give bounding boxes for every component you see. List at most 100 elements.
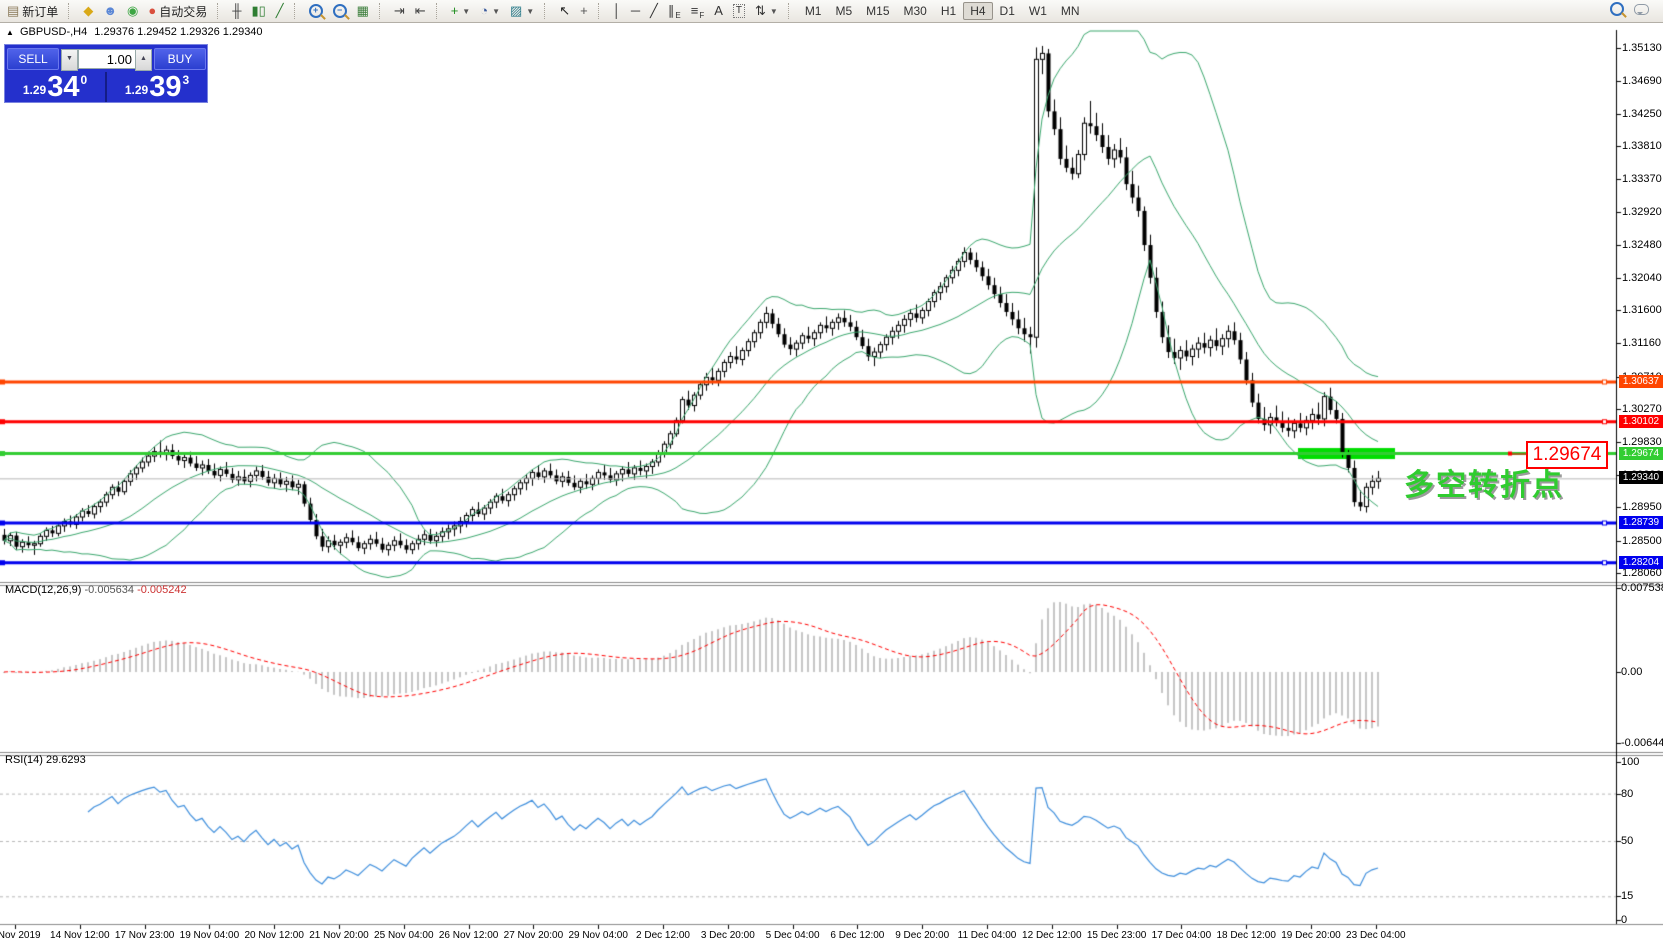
button-label: H1 [941, 4, 956, 18]
rsi-value: 29.6293 [46, 754, 86, 766]
button-label: M15 [866, 4, 889, 18]
macd-indicator-label: MACD(12,26,9) -0.005634 -0.005242 [5, 584, 187, 596]
turning-point-annotation[interactable]: 多空转折点 [1404, 460, 1564, 504]
buy-price-sup: 3 [182, 73, 189, 87]
autotrade-icon: ● [148, 3, 156, 19]
cursor-icon: ↖ [559, 3, 570, 19]
toolbar-group: ▤新订单 [0, 0, 65, 22]
magnifier-minus-icon: − [333, 4, 347, 18]
button-label: M5 [835, 4, 852, 18]
vertical-line-button[interactable]: │ [608, 0, 626, 22]
dropdown-arrow-icon[interactable]: ▼ [526, 7, 534, 16]
chat-icon [1634, 4, 1649, 15]
text-button[interactable]: A [709, 0, 728, 22]
magnifier-plus-icon: + [309, 4, 323, 18]
one-click-trading-panel: SELL ▼ ▲ BUY 1.29 34 0 1.29 39 3 [4, 44, 208, 103]
tf-mn-button[interactable]: MN [1054, 2, 1087, 20]
buy-price[interactable]: 1.29 39 3 [107, 72, 207, 102]
trendline-icon: ╱ [650, 3, 658, 19]
toolbar-separator [544, 3, 549, 19]
rsi-indicator-label: RSI(14) 29.6293 [5, 754, 86, 766]
toolbar-separator [788, 3, 793, 19]
arrows-button[interactable]: ⇅▼ [750, 0, 783, 22]
crosshair-icon: + [580, 3, 588, 19]
ohlc-bars-icon: ╫ [232, 3, 241, 19]
toolbar-group: +−▦ [302, 0, 376, 22]
rsi-name: RSI(14) [5, 754, 43, 766]
tf-w1-button[interactable]: W1 [1022, 2, 1054, 20]
indicators-button[interactable]: +▼ [446, 0, 476, 22]
dropdown-arrow-icon[interactable]: ▼ [462, 7, 470, 16]
buy-price-small: 1.29 [125, 83, 148, 97]
ohlc-low: 1.29326 [180, 26, 220, 38]
tf-m1-button[interactable]: M1 [798, 2, 829, 20]
label-button[interactable]: T [728, 0, 750, 22]
community-button[interactable]: ☻ [98, 0, 122, 22]
sell-price-sup: 0 [80, 73, 87, 87]
equidistant-channel-icon: ∥ [668, 3, 675, 19]
button-label: H4 [970, 4, 985, 18]
chat-icon[interactable] [1634, 4, 1649, 18]
toolbar-separator [598, 3, 603, 19]
volume-down-button[interactable]: ▼ [61, 49, 78, 71]
sell-price-big: 34 [47, 74, 79, 100]
auto-scroll-button[interactable]: ⇥ [389, 0, 410, 22]
signals-button[interactable]: ◉ [122, 0, 143, 22]
cursor-button[interactable]: ↖ [554, 0, 575, 22]
templates-button[interactable]: ▨▼ [505, 0, 539, 22]
tf-h1-button[interactable]: H1 [934, 2, 963, 20]
ohlc-high: 1.29452 [137, 26, 177, 38]
add-indicator-icon: + [451, 3, 459, 19]
crosshair-button[interactable]: + [575, 0, 593, 22]
search-icon[interactable] [1610, 2, 1624, 19]
macd-name: MACD(12,26,9) [5, 584, 81, 596]
buy-button[interactable]: BUY [154, 48, 206, 70]
line-chart-icon: ╱ [276, 3, 284, 19]
ohlc-open: 1.29376 [94, 26, 134, 38]
icon-subscript: E [675, 11, 680, 20]
button-label: M30 [904, 4, 927, 18]
tile-windows-button[interactable]: ▦ [352, 0, 374, 22]
volume-up-button[interactable]: ▲ [135, 49, 152, 71]
toolbar-group: +▼◔▼▨▼ [444, 0, 542, 22]
channel-button[interactable]: ∥E [663, 0, 686, 22]
tf-m15-button[interactable]: M15 [859, 2, 896, 20]
line-chart-button[interactable]: ╱ [271, 0, 289, 22]
periods-button[interactable]: ◔▼ [475, 0, 505, 22]
candlestick-chart-button[interactable]: ▮▯ [246, 0, 270, 22]
trendline-button[interactable]: ╱ [645, 0, 663, 22]
horizontal-line-button[interactable]: ─ [626, 0, 645, 22]
buy-price-big: 39 [149, 74, 181, 100]
new-order-button[interactable]: ▤新订单 [2, 0, 63, 22]
search-icon [1610, 2, 1624, 16]
clock-icon: ◔ [480, 3, 488, 19]
tf-m30-button[interactable]: M30 [897, 2, 934, 20]
sell-price[interactable]: 1.29 34 0 [5, 72, 107, 102]
tf-m5-button[interactable]: M5 [828, 2, 859, 20]
icon-subscript: F [699, 11, 704, 20]
symbol-name: GBPUSD-,H4 [20, 26, 87, 38]
zoom-in-button[interactable]: + [304, 0, 328, 22]
button-label: 自动交易 [159, 3, 207, 20]
tf-d1-button[interactable]: D1 [993, 2, 1022, 20]
sonar-icon: ◉ [127, 3, 138, 19]
dropdown-arrow-icon[interactable]: ▼ [492, 7, 500, 16]
volume-input[interactable] [78, 49, 135, 69]
tf-h4-button[interactable]: H4 [963, 2, 992, 20]
collapse-triangle-icon[interactable]: ▲ [6, 28, 14, 37]
arrows-icon: ⇅ [755, 3, 766, 19]
autotrading-button[interactable]: ●自动交易 [143, 0, 212, 22]
bar-chart-button[interactable]: ╫ [227, 0, 246, 22]
fibonacci-button[interactable]: ≡F [686, 0, 709, 22]
toolbar-right-icons [1610, 2, 1649, 19]
zoom-out-button[interactable]: − [328, 0, 352, 22]
chart-shift-button[interactable]: ⇤ [410, 0, 431, 22]
metaeditor-button[interactable]: ◆ [78, 0, 98, 22]
candles-icon: ▮▯ [251, 3, 265, 19]
dropdown-arrow-icon[interactable]: ▼ [770, 7, 778, 16]
button-label: MN [1061, 4, 1080, 18]
toolbar-group: M1 M5 M15 M30 H1 H4 D1W1 MN [796, 0, 1089, 22]
toolbar-group: ◆☻ ◉ ●自动交易 [76, 0, 214, 22]
sell-button[interactable]: SELL [7, 48, 59, 70]
text-icon: A [714, 3, 723, 19]
